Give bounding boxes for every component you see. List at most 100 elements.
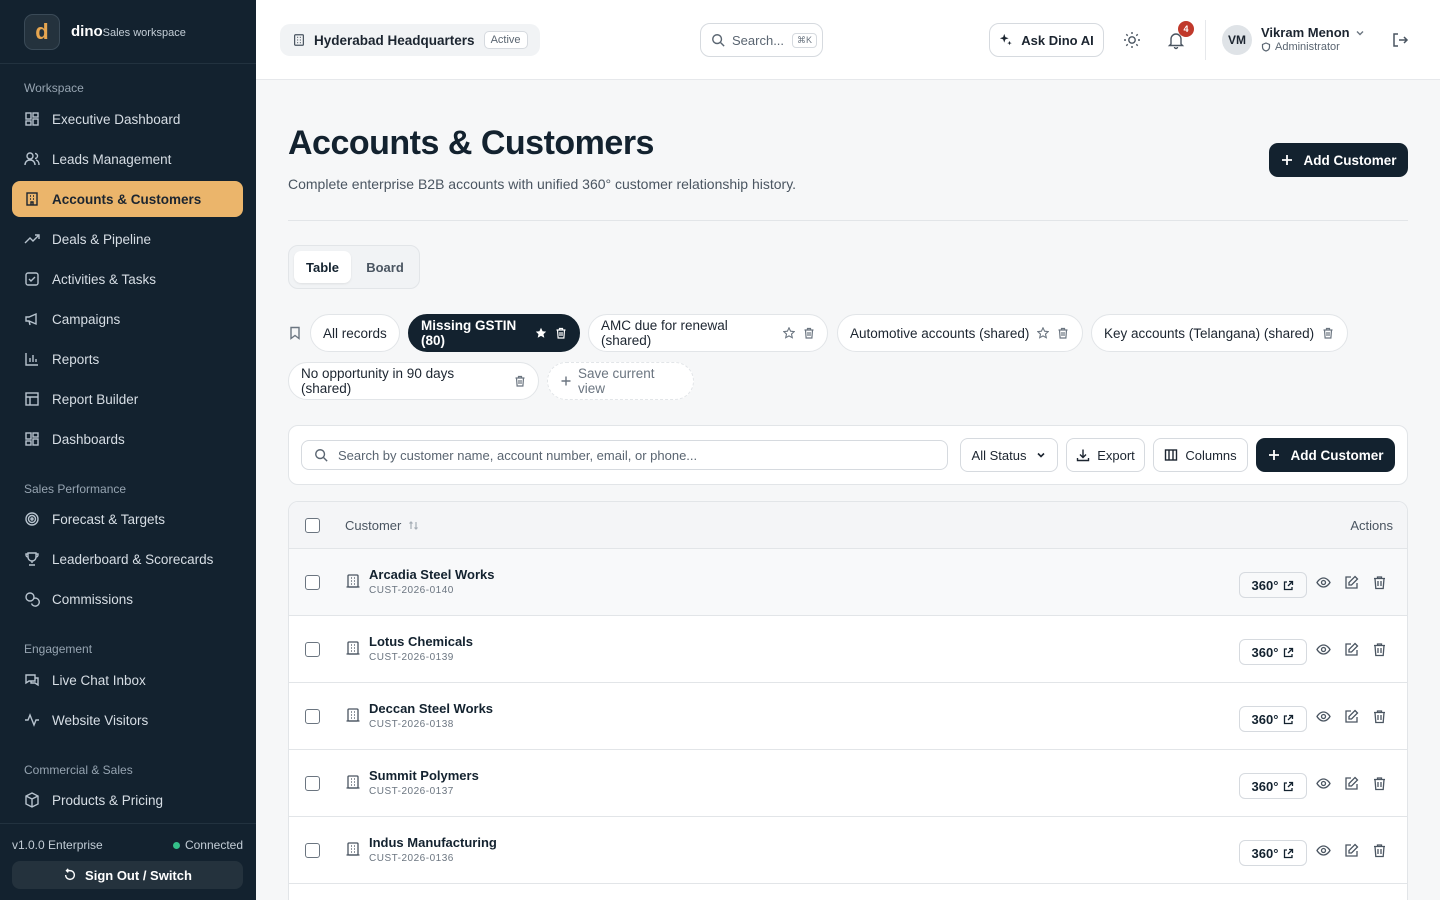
user-role-label: Administrator bbox=[1275, 41, 1340, 53]
trash-icon[interactable] bbox=[1372, 843, 1387, 858]
sidebar-item-executive-dashboard[interactable]: Executive Dashboard bbox=[12, 101, 243, 137]
sidebar-item-leads-management[interactable]: Leads Management bbox=[12, 141, 243, 177]
saved-view-all-records[interactable]: All records bbox=[310, 314, 400, 352]
search-placeholder: Search... bbox=[732, 32, 785, 48]
sidebar-item-products-pricing[interactable]: Products & Pricing bbox=[12, 782, 243, 818]
sidebar-item-label: Commissions bbox=[52, 591, 134, 607]
avatar[interactable]: VM bbox=[1222, 25, 1252, 55]
trash-icon[interactable] bbox=[803, 327, 815, 339]
columns-button[interactable]: Columns bbox=[1153, 438, 1248, 472]
saved-view-automotive[interactable]: Automotive accounts (shared) bbox=[837, 314, 1083, 352]
row-checkbox[interactable] bbox=[305, 575, 320, 590]
chevron-down-icon bbox=[1036, 450, 1046, 460]
row-checkbox[interactable] bbox=[305, 843, 320, 858]
customer-name[interactable]: Summit Polymers bbox=[369, 768, 479, 783]
trash-icon[interactable] bbox=[1322, 327, 1334, 339]
logout-icon[interactable] bbox=[1391, 31, 1409, 49]
sidebar-item-deals-pipeline[interactable]: Deals & Pipeline bbox=[12, 221, 243, 257]
sidebar-item-website-visitors[interactable]: Website Visitors bbox=[12, 702, 243, 738]
table-row[interactable]: Indus Manufacturing CUST-2026-0136 360° bbox=[289, 817, 1407, 884]
sidebar-item-commissions[interactable]: Commissions bbox=[12, 581, 243, 617]
customer-name[interactable]: Deccan Steel Works bbox=[369, 701, 493, 716]
sidebar-item-label: Report Builder bbox=[52, 391, 139, 407]
table-row[interactable]: Lotus Chemicals CUST-2026-0139 360° bbox=[289, 616, 1407, 683]
view-360-button[interactable]: 360° bbox=[1239, 572, 1307, 598]
saved-view-key-accounts[interactable]: Key accounts (Telangana) (shared) bbox=[1091, 314, 1348, 352]
star-filled-icon[interactable] bbox=[535, 327, 547, 339]
view-360-button[interactable]: 360° bbox=[1239, 706, 1307, 732]
sidebar-item-reports[interactable]: Reports bbox=[12, 341, 243, 377]
trash-icon[interactable] bbox=[1372, 776, 1387, 791]
sidebar-item-dashboards[interactable]: Dashboards bbox=[12, 421, 243, 457]
building-icon bbox=[345, 774, 361, 790]
table-row[interactable]: Deccan Steel Works CUST-2026-0138 360° bbox=[289, 683, 1407, 750]
trash-icon[interactable] bbox=[1372, 642, 1387, 657]
sidebar-item-label: Deals & Pipeline bbox=[52, 231, 152, 247]
customer-name[interactable]: Lotus Chemicals bbox=[369, 634, 473, 649]
eye-icon[interactable] bbox=[1316, 843, 1331, 858]
eye-icon[interactable] bbox=[1316, 776, 1331, 791]
save-view-label: Save current view bbox=[578, 366, 655, 396]
customer-search-input[interactable]: Search by customer name, account number,… bbox=[301, 440, 948, 470]
save-current-view-button[interactable]: Save current view bbox=[547, 362, 694, 400]
nav-section-commercial-sales: Commercial & Sales bbox=[24, 763, 133, 777]
row-checkbox[interactable] bbox=[305, 642, 320, 657]
row-checkbox[interactable] bbox=[305, 776, 320, 791]
customer-name[interactable]: Arcadia Steel Works bbox=[369, 567, 494, 582]
eye-icon[interactable] bbox=[1316, 575, 1331, 590]
table-row[interactable]: Summit Polymers CUST-2026-0137 360° bbox=[289, 750, 1407, 817]
trash-icon[interactable] bbox=[1057, 327, 1069, 339]
sidebar-item-label: Accounts & Customers bbox=[52, 191, 202, 207]
trash-icon[interactable] bbox=[1372, 575, 1387, 590]
view-360-button[interactable]: 360° bbox=[1239, 773, 1307, 799]
edit-icon[interactable] bbox=[1344, 642, 1359, 657]
notification-badge: 4 bbox=[1178, 21, 1194, 37]
trash-icon[interactable] bbox=[555, 327, 567, 339]
view-360-button[interactable]: 360° bbox=[1239, 639, 1307, 665]
sidebar-item-leaderboard-scorecards[interactable]: Leaderboard & Scorecards bbox=[12, 541, 243, 577]
row-checkbox[interactable] bbox=[305, 709, 320, 724]
global-search[interactable]: Search... ⌘K bbox=[700, 23, 823, 57]
search-icon bbox=[711, 33, 725, 47]
customer-name[interactable]: Indus Manufacturing bbox=[369, 835, 497, 850]
trash-icon[interactable] bbox=[1372, 709, 1387, 724]
user-name[interactable]: Vikram Menon bbox=[1261, 25, 1350, 40]
plus-icon bbox=[560, 375, 572, 387]
edit-icon[interactable] bbox=[1344, 709, 1359, 724]
export-button[interactable]: Export bbox=[1066, 438, 1145, 472]
view-360-label: 360° bbox=[1251, 845, 1279, 861]
sidebar-item-live-chat-inbox[interactable]: Live Chat Inbox bbox=[12, 662, 243, 698]
location-selector[interactable]: Hyderabad Headquarters Active bbox=[280, 24, 540, 56]
column-header-customer[interactable]: Customer bbox=[345, 518, 419, 533]
column-header-label: Customer bbox=[345, 518, 402, 533]
trash-icon[interactable] bbox=[514, 375, 526, 387]
table-row[interactable]: Arcadia Steel Works CUST-2026-0140 360° bbox=[289, 549, 1407, 616]
add-customer-button[interactable]: Add Customer bbox=[1269, 143, 1408, 177]
saved-view-no-opportunity[interactable]: No opportunity in 90 days (shared) bbox=[288, 362, 539, 400]
select-all-checkbox[interactable] bbox=[305, 518, 320, 533]
saved-view-missing-gstin[interactable]: Missing GSTIN (80) bbox=[408, 314, 580, 352]
star-icon[interactable] bbox=[783, 327, 795, 339]
saved-view-amc-renewal[interactable]: AMC due for renewal (shared) bbox=[588, 314, 828, 352]
status-filter-select[interactable]: All Status bbox=[960, 438, 1058, 472]
edit-icon[interactable] bbox=[1344, 575, 1359, 590]
edit-icon[interactable] bbox=[1344, 843, 1359, 858]
eye-icon[interactable] bbox=[1316, 642, 1331, 657]
sidebar-item-campaigns[interactable]: Campaigns bbox=[12, 301, 243, 337]
tab-board[interactable]: Board bbox=[355, 251, 415, 283]
view-360-button[interactable]: 360° bbox=[1239, 840, 1307, 866]
ask-ai-button[interactable]: Ask Dino AI bbox=[989, 23, 1104, 57]
star-icon[interactable] bbox=[1037, 327, 1050, 339]
eye-icon[interactable] bbox=[1316, 709, 1331, 724]
edit-icon[interactable] bbox=[1344, 776, 1359, 791]
chevron-down-icon[interactable] bbox=[1355, 28, 1365, 38]
sidebar-item-forecast-targets[interactable]: Forecast & Targets bbox=[12, 501, 243, 537]
theme-toggle-sun-icon[interactable] bbox=[1122, 30, 1142, 50]
sidebar-item-accounts-customers[interactable]: Accounts & Customers bbox=[12, 181, 243, 217]
sidebar-footer: v1.0.0 Enterprise Connected Sign Out / S… bbox=[0, 823, 256, 900]
sign-out-button[interactable]: Sign Out / Switch bbox=[12, 861, 243, 889]
toolbar-add-customer-button[interactable]: Add Customer bbox=[1256, 438, 1395, 472]
tab-table[interactable]: Table bbox=[294, 251, 351, 283]
sidebar-item-activities-tasks[interactable]: Activities & Tasks bbox=[12, 261, 243, 297]
sidebar-item-report-builder[interactable]: Report Builder bbox=[12, 381, 243, 417]
